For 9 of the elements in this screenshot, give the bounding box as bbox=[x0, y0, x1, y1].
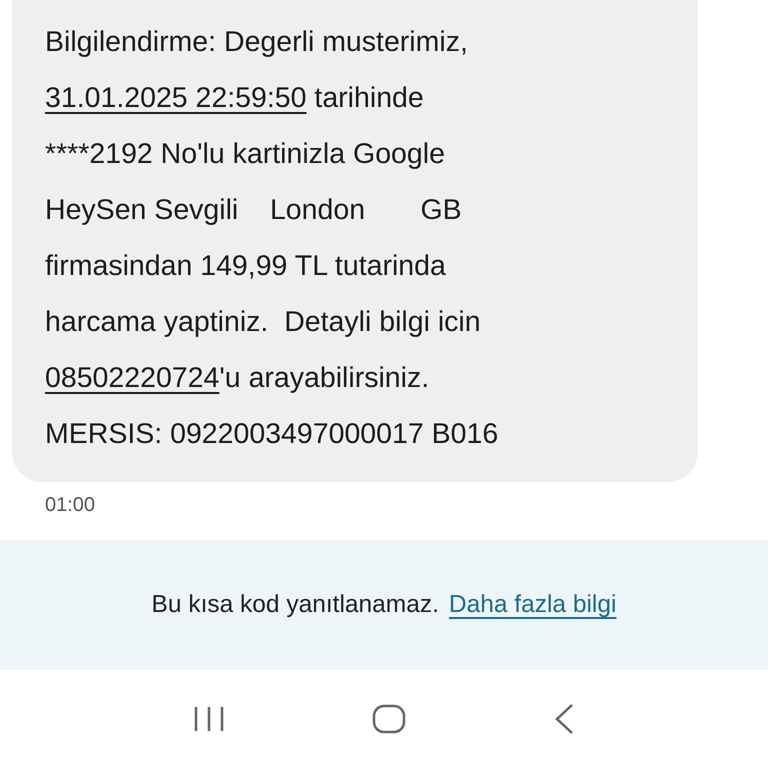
message-text: Bilgilendirme: Degerli musterimiz, 31.01.2025 22:59:50 tarihinde ****2192 No'lu kartinizla Google HeySen Sevgili London GB firmasindan 149,99 TL tutarinda harcama yaptiniz. Detayli bilgi icin 08502220724'u arayabilirsiniz. MERSIS: 0922003497000017 B016 bbox=[45, 25, 500, 452]
message-link[interactable]: 08502220724 bbox=[45, 362, 220, 394]
home-icon bbox=[372, 704, 406, 734]
more-info-link[interactable]: Daha fazla bilgi bbox=[448, 591, 616, 619]
notice-text: Bu kısa kod yanıtlanamaz. bbox=[152, 591, 439, 619]
back-icon bbox=[552, 703, 575, 735]
recents-icon bbox=[193, 705, 226, 733]
message-link[interactable]: 31.01.2025 22:59:50 bbox=[45, 82, 306, 114]
message-time: 01:00 bbox=[45, 494, 96, 517]
